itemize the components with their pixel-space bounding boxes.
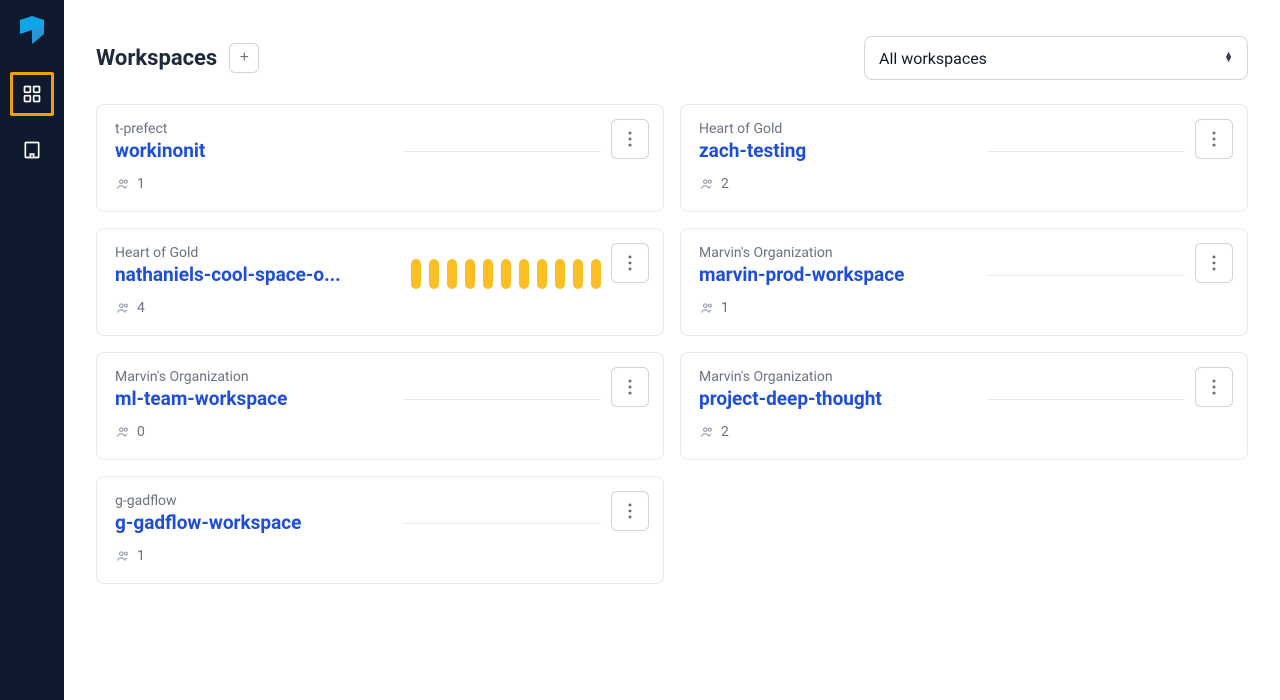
run-bar: [429, 259, 439, 289]
workspace-empty-line: [987, 399, 1185, 400]
workspace-menu-button[interactable]: [611, 491, 649, 531]
workspace-org-label: g-gadflow: [115, 493, 645, 509]
workspace-member-count: 1: [699, 300, 1229, 316]
run-bar: [573, 259, 583, 289]
select-chevrons-icon: ▲▼: [1224, 53, 1233, 63]
member-count-value: 1: [721, 300, 729, 316]
workspace-filter-select[interactable]: All workspaces ▲▼: [864, 36, 1248, 80]
kebab-icon: [1212, 379, 1216, 395]
workspace-card[interactable]: Heart of Goldnathaniels-cool-space-o...4: [96, 228, 664, 336]
users-icon: [115, 549, 131, 563]
workspace-empty-line: [987, 275, 1185, 276]
workspace-name-link[interactable]: nathaniels-cool-space-o...: [115, 263, 385, 286]
workspace-empty-line: [987, 151, 1185, 152]
run-bar: [483, 259, 493, 289]
workspace-name-link[interactable]: g-gadflow-workspace: [115, 511, 385, 534]
run-bar: [591, 259, 601, 289]
member-count-value: 2: [721, 424, 729, 440]
run-bar: [537, 259, 547, 289]
users-icon: [115, 425, 131, 439]
kebab-icon: [628, 379, 632, 395]
member-count-value: 1: [137, 176, 145, 192]
workspace-run-bars: [411, 255, 601, 289]
workspace-name-link[interactable]: zach-testing: [699, 139, 969, 162]
workspace-menu-button[interactable]: [1195, 119, 1233, 159]
workspace-member-count: 0: [115, 424, 645, 440]
app-logo: [16, 16, 48, 54]
member-count-value: 2: [721, 176, 729, 192]
run-bar: [519, 259, 529, 289]
kebab-icon: [628, 503, 632, 519]
header-left: Workspaces +: [96, 43, 259, 73]
workspace-card[interactable]: Marvin's Organization ml-team-workspace 0: [96, 352, 664, 460]
add-workspace-button[interactable]: +: [229, 43, 259, 73]
workspace-org-label: Marvin's Organization: [115, 369, 645, 385]
page-title: Workspaces: [96, 46, 217, 71]
workspace-name-link[interactable]: workinonit: [115, 139, 385, 162]
run-bar: [411, 259, 421, 289]
sidebar: [0, 0, 64, 700]
users-icon: [115, 177, 131, 191]
plus-icon: +: [240, 49, 249, 67]
kebab-icon: [1212, 255, 1216, 271]
kebab-icon: [1212, 131, 1216, 147]
member-count-value: 4: [137, 300, 145, 316]
member-count-value: 1: [137, 548, 145, 564]
workspace-menu-button[interactable]: [1195, 243, 1233, 283]
page-header: Workspaces + All workspaces ▲▼: [96, 36, 1248, 80]
workspace-card[interactable]: t-prefect workinonit 1: [96, 104, 664, 212]
workspace-member-count: 2: [699, 424, 1229, 440]
workspace-menu-button[interactable]: [611, 367, 649, 407]
workspace-empty-line: [403, 151, 601, 152]
workspace-name-link[interactable]: project-deep-thought: [699, 387, 969, 410]
filter-selected-label: All workspaces: [879, 49, 987, 68]
workspace-name-link[interactable]: marvin-prod-workspace: [699, 263, 969, 286]
workspace-menu-button[interactable]: [611, 243, 649, 283]
workspace-empty-line: [403, 523, 601, 524]
run-bar: [447, 259, 457, 289]
users-icon: [115, 301, 131, 315]
workspace-card[interactable]: Marvin's Organization project-deep-though…: [680, 352, 1248, 460]
run-bar: [555, 259, 565, 289]
kebab-icon: [628, 131, 632, 147]
workspace-org-label: Marvin's Organization: [699, 369, 1229, 385]
kebab-icon: [628, 255, 632, 271]
workspace-org-label: Heart of Gold: [699, 121, 1229, 137]
main-content: Workspaces + All workspaces ▲▼ t-prefect…: [64, 0, 1280, 700]
workspace-card[interactable]: g-gadflow g-gadflow-workspace 1: [96, 476, 664, 584]
users-icon: [699, 301, 715, 315]
run-bar: [501, 259, 511, 289]
users-icon: [699, 177, 715, 191]
workspace-card[interactable]: Heart of Gold zach-testing 2: [680, 104, 1248, 212]
workspace-menu-button[interactable]: [1195, 367, 1233, 407]
workspace-grid: t-prefect workinonit 1 Heart of Gold zach-te…: [96, 104, 1248, 584]
workspace-member-count: 1: [115, 548, 645, 564]
workspace-member-count: 2: [699, 176, 1229, 192]
member-count-value: 0: [137, 424, 145, 440]
workspace-member-count: 4: [115, 300, 645, 316]
workspace-name-link[interactable]: ml-team-workspace: [115, 387, 385, 410]
workspace-member-count: 1: [115, 176, 645, 192]
workspace-menu-button[interactable]: [611, 119, 649, 159]
workspace-org-label: t-prefect: [115, 121, 645, 137]
workspace-empty-line: [403, 399, 601, 400]
nav-workspaces[interactable]: [10, 72, 54, 116]
workspace-org-label: Marvin's Organization: [699, 245, 1229, 261]
workspace-card[interactable]: Marvin's Organization marvin-prod-workspa…: [680, 228, 1248, 336]
run-bar: [465, 259, 475, 289]
nav-organization[interactable]: [10, 128, 54, 172]
users-icon: [699, 425, 715, 439]
